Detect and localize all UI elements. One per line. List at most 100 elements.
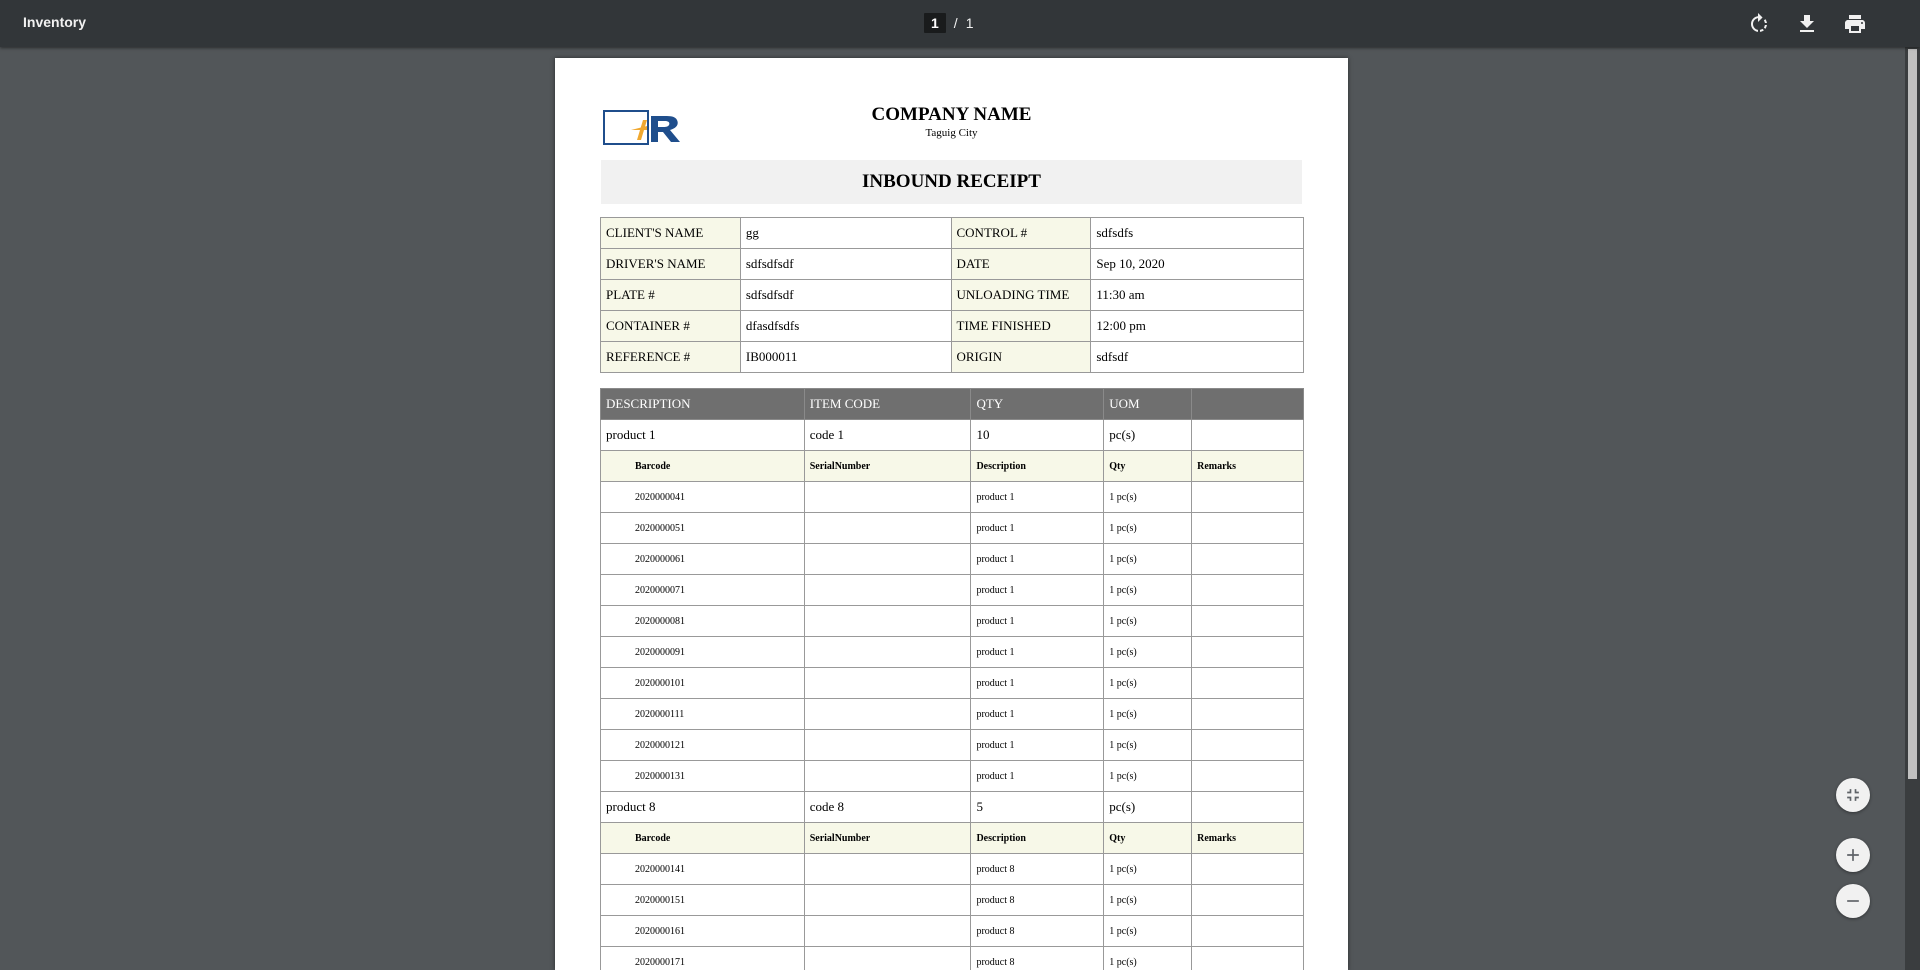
page-indicator: 1 / 1 — [924, 13, 973, 33]
detail-remarks — [1191, 760, 1304, 792]
info-label: ORIGIN — [950, 341, 1092, 373]
info-value: IB000011 — [739, 341, 952, 373]
detail-qty: 1 pc(s) — [1103, 512, 1193, 544]
detail-remarks — [1191, 853, 1304, 885]
detail-qty: 1 pc(s) — [1103, 946, 1193, 970]
detail-remarks — [1191, 605, 1304, 637]
current-page-input[interactable]: 1 — [924, 13, 946, 33]
column-header: ITEM CODE — [803, 388, 972, 420]
column-header — [1191, 388, 1304, 420]
detail-qty: 1 pc(s) — [1103, 915, 1193, 947]
detail-row: 2020000101 product 11 pc(s) — [600, 667, 1304, 699]
info-label: UNLOADING TIME — [950, 279, 1092, 311]
viewer-toolbar: Inventory 1 / 1 — [0, 0, 1920, 47]
detail-row: 2020000161 product 81 pc(s) — [600, 915, 1304, 947]
detail-column-header: SerialNumber — [803, 822, 972, 854]
detail-barcode: 2020000041 — [600, 481, 805, 513]
info-value: sdfsdf — [1090, 341, 1304, 373]
info-label: PLATE # — [600, 279, 741, 311]
detail-serial — [803, 853, 972, 885]
detail-column-header: Remarks — [1191, 822, 1304, 854]
info-row: PLATE # sdfsdfsdf UNLOADING TIME 11:30 am — [600, 279, 1304, 311]
company-name: COMPANY NAME — [871, 104, 1032, 125]
items-table: DESCRIPTION ITEM CODE QTY UOM product 1 code … — [600, 388, 1304, 970]
detail-serial — [803, 760, 972, 792]
detail-description: product 8 — [970, 946, 1105, 970]
detail-header-row: Barcode SerialNumber Description Qty Remarks — [600, 822, 1304, 854]
detail-column-header: SerialNumber — [803, 450, 972, 482]
detail-row: 2020000141 product 81 pc(s) — [600, 853, 1304, 885]
detail-barcode: 2020000131 — [600, 760, 805, 792]
detail-description: product 1 — [970, 605, 1105, 637]
detail-description: product 1 — [970, 667, 1105, 699]
detail-barcode: 2020000111 — [600, 698, 805, 730]
detail-qty: 1 pc(s) — [1103, 543, 1193, 575]
detail-remarks — [1191, 729, 1304, 761]
info-label: CONTROL # — [950, 217, 1092, 249]
detail-row: 2020000171 product 81 pc(s) — [600, 946, 1304, 970]
detail-remarks — [1191, 667, 1304, 699]
fit-to-page-icon — [1847, 789, 1859, 801]
detail-description: product 8 — [970, 853, 1105, 885]
detail-column-header: Description — [970, 450, 1105, 482]
detail-serial — [803, 543, 972, 575]
detail-qty: 1 pc(s) — [1103, 574, 1193, 606]
product-uom: pc(s) — [1103, 791, 1193, 823]
detail-description: product 1 — [970, 636, 1105, 668]
detail-barcode: 2020000091 — [600, 636, 805, 668]
detail-qty: 1 pc(s) — [1103, 605, 1193, 637]
detail-remarks — [1191, 574, 1304, 606]
items-header-row: DESCRIPTION ITEM CODE QTY UOM — [600, 388, 1304, 420]
info-label: CONTAINER # — [600, 310, 741, 342]
info-row: DRIVER'S NAME sdfsdfsdf DATE Sep 10, 2020 — [600, 248, 1304, 280]
detail-qty: 1 pc(s) — [1103, 853, 1193, 885]
detail-barcode: 2020000121 — [600, 729, 805, 761]
product-empty-cell — [1191, 419, 1304, 451]
detail-serial — [803, 915, 972, 947]
product-row: product 8 code 8 5 pc(s) — [600, 791, 1304, 823]
detail-barcode: 2020000171 — [600, 946, 805, 970]
detail-serial — [803, 946, 972, 970]
detail-row: 2020000081 product 11 pc(s) — [600, 605, 1304, 637]
print-icon[interactable] — [1843, 12, 1867, 36]
detail-serial — [803, 481, 972, 513]
total-pages: 1 — [965, 15, 974, 31]
info-value: sdfsdfsdf — [739, 248, 952, 280]
detail-row: 2020000151 product 81 pc(s) — [600, 884, 1304, 916]
detail-description: product 1 — [970, 729, 1105, 761]
detail-description: product 1 — [970, 512, 1105, 544]
detail-remarks — [1191, 543, 1304, 575]
product-description: product 1 — [600, 419, 805, 451]
detail-column-header: Barcode — [600, 822, 805, 854]
detail-barcode: 2020000161 — [600, 915, 805, 947]
company-city: Taguig City — [925, 127, 978, 139]
info-label: REFERENCE # — [600, 341, 741, 373]
vertical-scrollbar[interactable] — [1905, 47, 1920, 970]
product-code: code 1 — [803, 419, 972, 451]
zoom-in-icon — [1847, 849, 1859, 861]
detail-row: 2020000091 product 11 pc(s) — [600, 636, 1304, 668]
detail-description: product 1 — [970, 543, 1105, 575]
scrollbar-thumb[interactable] — [1908, 49, 1917, 779]
info-value: gg — [739, 217, 952, 249]
info-value: 12:00 pm — [1090, 310, 1304, 342]
detail-qty: 1 pc(s) — [1103, 884, 1193, 916]
detail-row: 2020000041 product 11 pc(s) — [600, 481, 1304, 513]
zoom-in-button[interactable] — [1836, 838, 1870, 872]
detail-remarks — [1191, 636, 1304, 668]
detail-column-header: Qty — [1103, 822, 1193, 854]
column-header: UOM — [1103, 388, 1193, 420]
detail-qty: 1 pc(s) — [1103, 729, 1193, 761]
detail-description: product 1 — [970, 698, 1105, 730]
detail-row: 2020000071 product 11 pc(s) — [600, 574, 1304, 606]
detail-remarks — [1191, 884, 1304, 916]
column-header: DESCRIPTION — [600, 388, 805, 420]
rotate-icon[interactable] — [1747, 12, 1771, 36]
fit-to-page-button[interactable] — [1836, 778, 1870, 812]
zoom-out-button[interactable] — [1836, 884, 1870, 918]
download-icon[interactable] — [1795, 12, 1819, 36]
detail-barcode: 2020000071 — [600, 574, 805, 606]
detail-qty: 1 pc(s) — [1103, 481, 1193, 513]
zoom-out-icon — [1847, 900, 1859, 902]
info-value: sdfsdfsdf — [739, 279, 952, 311]
